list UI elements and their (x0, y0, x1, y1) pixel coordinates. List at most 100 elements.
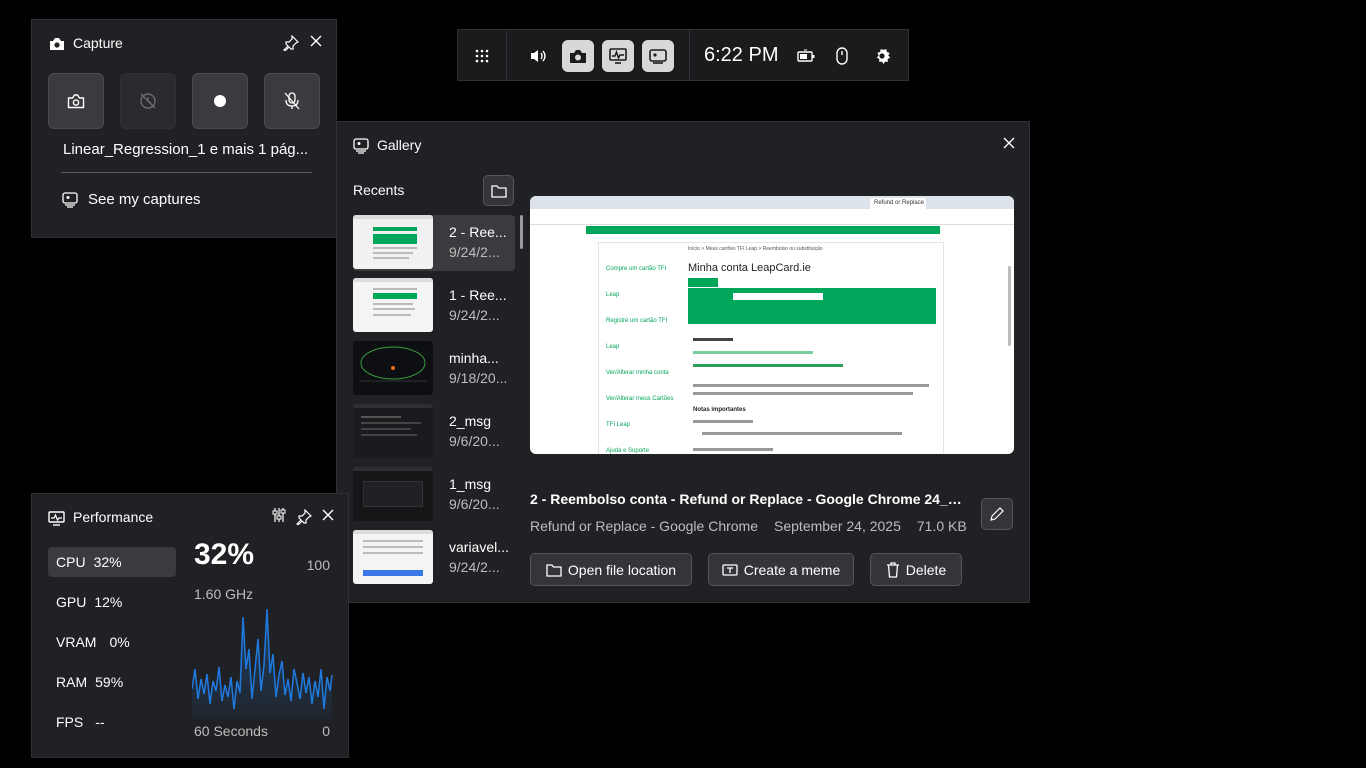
pin-icon[interactable] (283, 35, 299, 51)
close-icon[interactable] (309, 34, 323, 48)
folder-icon (546, 563, 562, 577)
pin-icon[interactable] (296, 509, 312, 525)
gear-icon (873, 47, 891, 65)
delete-button[interactable]: Delete (870, 553, 962, 586)
list-scrollbar[interactable] (520, 215, 523, 249)
audio-button[interactable] (522, 40, 554, 72)
gallery-widget: Gallery Recents 2 - Ree... 9/24/2... 1 -… (336, 121, 1030, 603)
gallery-icon (353, 138, 371, 154)
thumbnail-image (353, 341, 433, 395)
open-folder-button[interactable] (483, 175, 514, 206)
monitor-chart-icon (609, 48, 627, 64)
gallery-widget-button[interactable] (642, 40, 674, 72)
thumbnail-image (353, 467, 433, 521)
metric-value: 59% (95, 674, 124, 690)
item-name: 2 - Ree... (449, 224, 507, 240)
item-date: 9/24/2... (449, 307, 500, 323)
settings-button[interactable] (866, 40, 898, 72)
speaker-icon (529, 48, 547, 64)
open-file-location-button[interactable]: Open file location (530, 553, 692, 586)
item-name: variavel... (449, 539, 509, 555)
performance-widget-button[interactable] (602, 40, 634, 72)
metric-value: 0% (109, 634, 130, 650)
mouse-button[interactable] (826, 40, 858, 72)
capture-widget-button[interactable] (562, 40, 594, 72)
game-bar-toolbar: 6:22 PM (457, 29, 909, 81)
gallery-item[interactable]: 2_msg 9/6/20... (353, 404, 515, 460)
thumbnail-image (353, 404, 433, 458)
mic-toggle-button[interactable] (264, 73, 320, 129)
preview-heading: Minha conta LeapCard.ie (688, 262, 811, 274)
side-link: Ver/Alterar meus Cartões TFI Leap (606, 396, 674, 428)
item-date: 9/24/2... (449, 244, 500, 260)
camera-icon (67, 93, 85, 109)
preview-side-links: Compre um cartão TFI Leap Registre um ca… (606, 256, 680, 454)
capture-date: September 24, 2025 (774, 518, 901, 534)
see-my-captures-label: See my captures (88, 191, 201, 208)
metric-label: FPS (56, 714, 84, 730)
preview-image[interactable]: Refund or Replace Início > Meus cartões … (530, 196, 1014, 454)
metric-vram[interactable]: VRAM 0% (48, 627, 176, 657)
camera-icon (569, 49, 587, 64)
delete-label: Delete (905, 561, 947, 578)
capture-app: Refund or Replace - Google Chrome (530, 518, 759, 534)
folder-icon (490, 184, 507, 198)
gallery-item[interactable]: minha... 9/18/20... (353, 341, 515, 397)
gallery-item[interactable]: 2 - Ree... 9/24/2... (353, 215, 515, 271)
gallery-icon (649, 48, 667, 64)
battery-icon (797, 49, 815, 63)
gallery-item[interactable]: 1 - Ree... 9/24/2... (353, 278, 515, 334)
gallery-item[interactable]: variavel... 9/24/2... (353, 530, 515, 586)
metric-fps[interactable]: FPS -- (48, 707, 176, 737)
metric-cpu[interactable]: CPU 32% (48, 547, 176, 577)
monitor-chart-icon (48, 511, 65, 526)
metric-value: 12% (94, 594, 123, 610)
microphone-off-icon (284, 92, 300, 110)
sliders-icon[interactable] (272, 507, 286, 523)
record-last-30-button[interactable] (120, 73, 176, 129)
screenshot-button[interactable] (48, 73, 104, 129)
graph-max-label: 100 (306, 557, 330, 573)
history-off-icon (139, 92, 157, 110)
thumbnail-image (353, 215, 433, 269)
metric-ram[interactable]: RAM 59% (48, 667, 176, 697)
item-name: 1 - Ree... (449, 287, 507, 303)
trash-icon (886, 561, 900, 578)
mouse-icon (835, 47, 849, 65)
metric-label: RAM (56, 674, 88, 690)
capture-size: 71.0 KB (916, 518, 967, 534)
pencil-icon (989, 506, 1005, 522)
cpu-graph (192, 609, 333, 719)
thumbnail-image (353, 530, 433, 584)
start-recording-button[interactable] (192, 73, 248, 129)
side-link: Ajuda e Suporte (606, 448, 650, 454)
close-icon[interactable] (1002, 136, 1016, 150)
camera-icon (49, 37, 65, 51)
graph-x-label: 60 Seconds (194, 723, 268, 739)
item-date: 9/24/2... (449, 559, 500, 575)
cpu-usage-big: 32% (194, 538, 255, 571)
battery-button[interactable] (790, 40, 822, 72)
performance-widget: Performance CPU 32% GPU 12% VRAM 0% RAM … (31, 493, 349, 758)
item-name: minha... (449, 350, 499, 366)
item-date: 9/6/20... (449, 496, 500, 512)
item-name: 1_msg (449, 476, 492, 492)
cpu-frequency: 1.60 GHz (194, 586, 254, 602)
gallery-item[interactable]: 1_msg 9/6/20... (353, 467, 515, 523)
metric-value: -- (95, 714, 105, 730)
capture-title-text: 2 - Reembolso conta - Refund or Replace … (530, 491, 962, 507)
create-meme-button[interactable]: Create a meme (708, 553, 854, 586)
see-my-captures-link[interactable]: See my captures (62, 191, 201, 208)
capture-details: Refund or Replace - Google Chrome Septem… (530, 518, 967, 534)
recent-capture-link[interactable]: Linear_Regression_1 e mais 1 pág... (63, 141, 311, 158)
rename-button[interactable] (981, 498, 1013, 530)
widget-menu-button[interactable] (466, 40, 498, 72)
metric-value: 32% (93, 554, 122, 570)
capture-title: Capture (73, 35, 123, 51)
metric-label: CPU (56, 554, 86, 570)
metric-gpu[interactable]: GPU 12% (48, 587, 176, 617)
side-link: Registre um cartão TFI Leap (606, 318, 668, 350)
text-box-icon (722, 563, 738, 577)
close-icon[interactable] (321, 508, 335, 522)
gallery-icon (62, 191, 80, 208)
